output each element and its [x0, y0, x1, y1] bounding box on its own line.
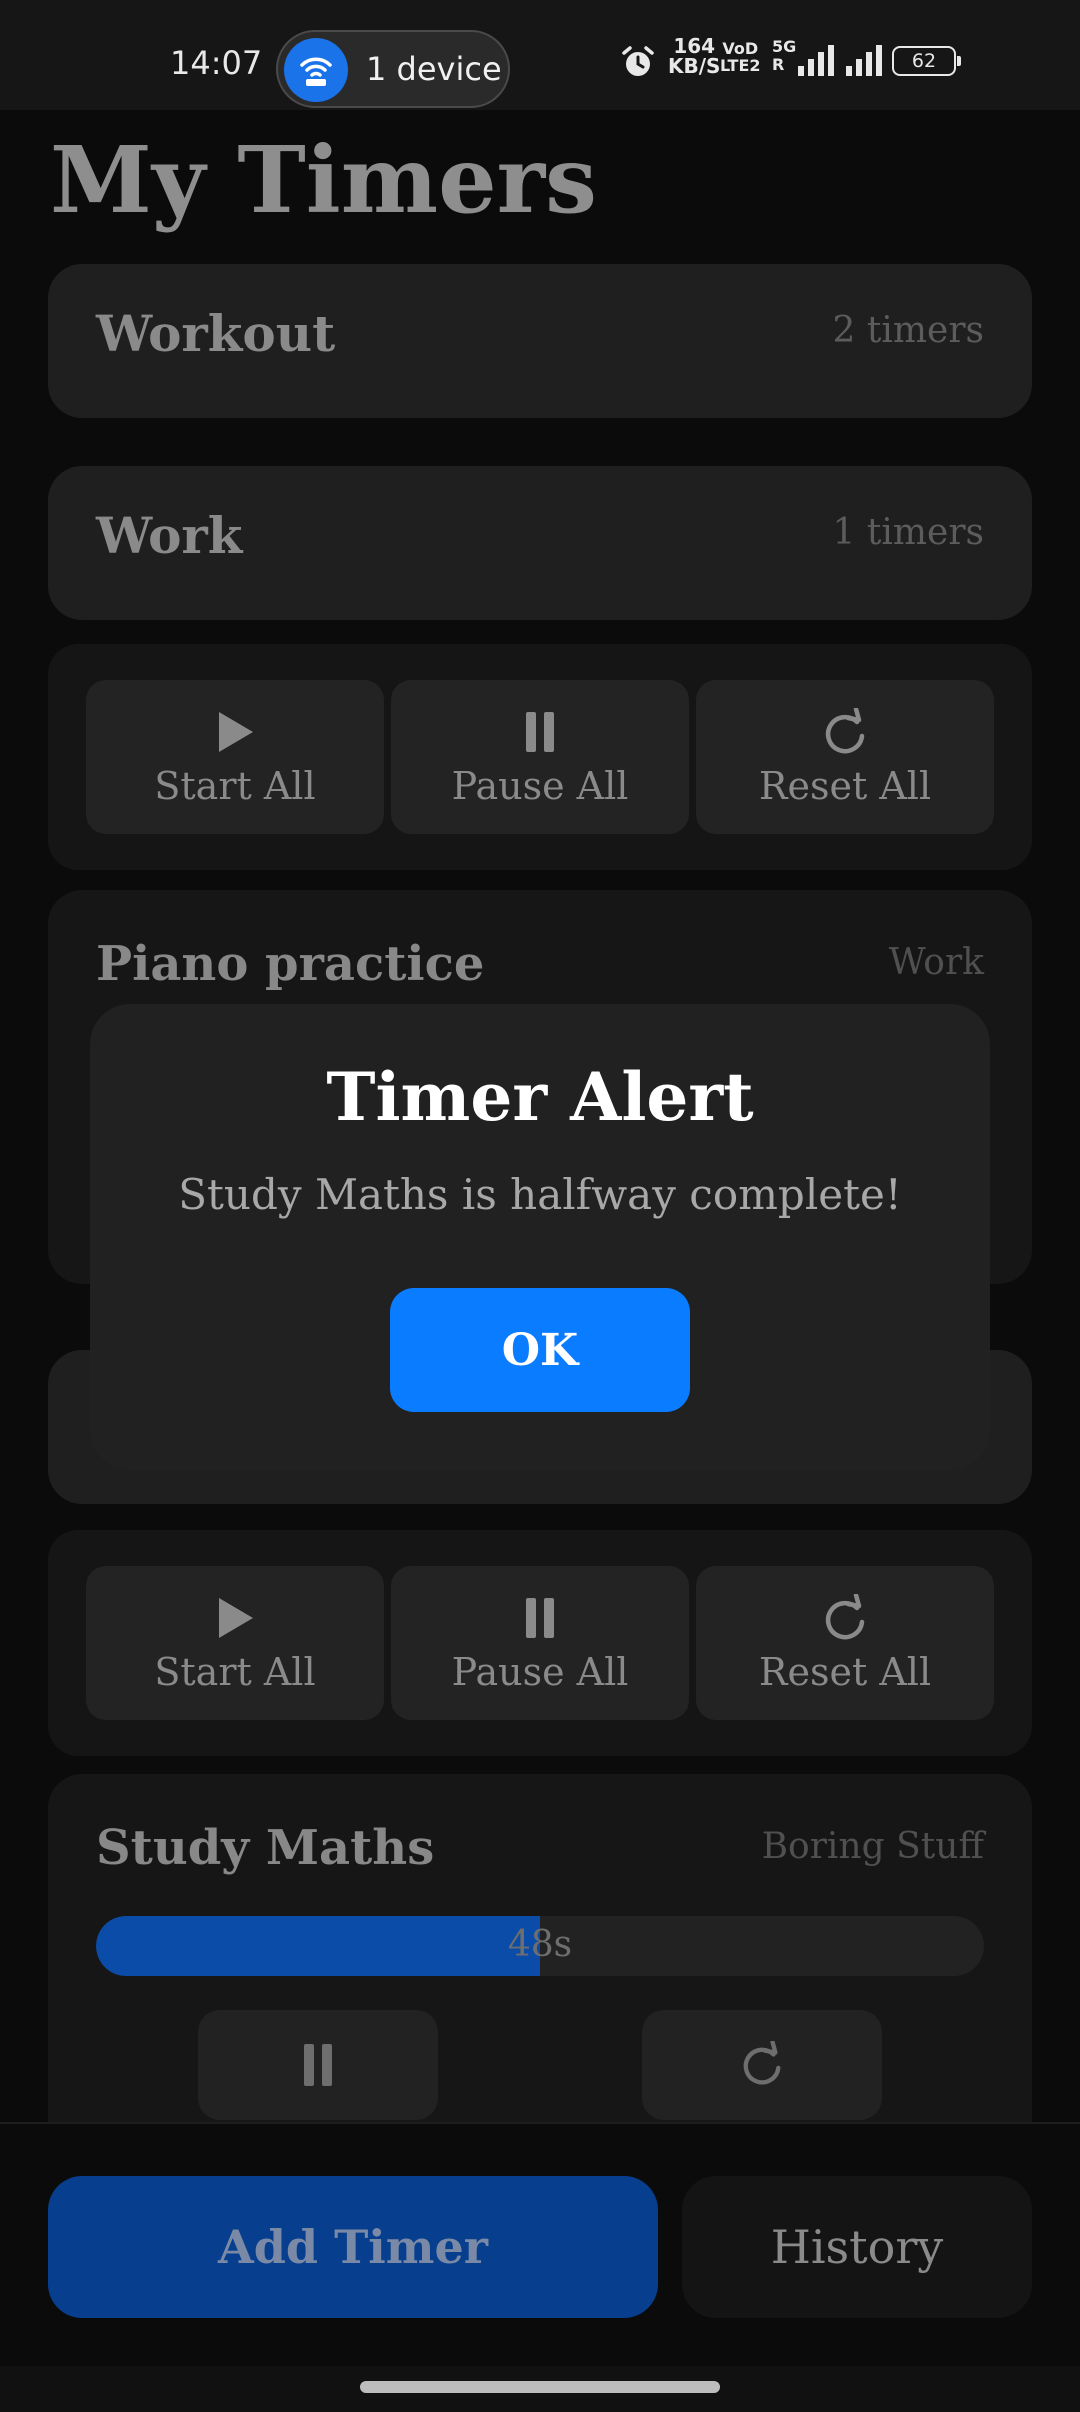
signal-icon — [798, 45, 834, 76]
dialog-title: Timer Alert — [326, 1058, 754, 1136]
dialog-message: Study Maths is halfway complete! — [178, 1170, 902, 1219]
hotspot-pill[interactable]: 1 device — [276, 30, 510, 108]
hotspot-icon — [284, 38, 348, 102]
reset-all-button[interactable]: Reset All — [696, 1566, 994, 1720]
group-card-workout[interactable]: Workout 2 timers — [48, 264, 1032, 418]
refresh-icon — [743, 2041, 781, 2085]
pause-all-button[interactable]: Pause All — [391, 1566, 689, 1720]
group-name: Work — [96, 506, 243, 565]
network-speed: 164 KB/S — [668, 34, 721, 78]
refresh-icon — [825, 708, 865, 754]
timer-card-study-maths[interactable]: Study Maths Boring Stuff 48s — [48, 1774, 1032, 2122]
pause-icon — [304, 2044, 332, 2086]
timer-time-left: 48s — [507, 1924, 573, 1965]
pause-all-button[interactable]: Pause All — [391, 680, 689, 834]
reset-all-button[interactable]: Reset All — [696, 680, 994, 834]
alarm-icon — [622, 46, 654, 76]
timer-group: Boring Stuff — [761, 1826, 984, 1867]
group-name: Workout — [96, 304, 336, 363]
page-title: My Timers — [50, 126, 597, 234]
bottom-bar: Add Timer History — [0, 2122, 1080, 2366]
timer-name: Study Maths — [96, 1820, 435, 1876]
group-count: 2 timers — [832, 310, 984, 351]
timer-group: Work — [888, 942, 984, 983]
refresh-icon — [825, 1594, 865, 1640]
network-type: 5G R — [772, 37, 797, 74]
timer-alert-dialog: Timer Alert Study Maths is halfway compl… — [90, 1004, 990, 1470]
system-nav-area — [0, 2366, 1080, 2412]
start-all-button[interactable]: Start All — [86, 1566, 384, 1720]
history-button[interactable]: History — [682, 2176, 1032, 2318]
home-indicator[interactable] — [360, 2381, 720, 2393]
play-icon — [219, 1598, 253, 1638]
group-controls-work: Start All Pause All Reset All — [48, 644, 1032, 870]
status-icons: 164 KB/S VoD LTE2 5G R 62 — [620, 36, 1080, 84]
timer-reset-button[interactable] — [642, 2010, 882, 2120]
ok-button[interactable]: OK — [390, 1288, 690, 1412]
pause-icon — [526, 712, 554, 752]
start-all-button[interactable]: Start All — [86, 680, 384, 834]
hotspot-label: 1 device — [366, 50, 502, 88]
group-card-work[interactable]: Work 1 timers — [48, 466, 1032, 620]
play-icon — [219, 712, 253, 752]
signal-icon-2 — [846, 45, 882, 76]
group-count: 1 timers — [832, 512, 984, 553]
status-time: 14:07 — [170, 44, 263, 82]
battery-icon: 62 — [892, 46, 961, 76]
timer-progress-bar: 48s — [96, 1916, 984, 1976]
add-timer-button[interactable]: Add Timer — [48, 2176, 658, 2318]
timer-pause-button[interactable] — [198, 2010, 438, 2120]
volte-indicator: VoD LTE2 — [720, 39, 761, 75]
status-bar: 14:07 1 device 164 KB/S VoD LTE2 5G R 62 — [0, 0, 1080, 110]
group-controls-boring: Start All Pause All Reset All — [48, 1530, 1032, 1756]
pause-icon — [526, 1598, 554, 1638]
timer-name: Piano practice — [96, 936, 485, 992]
